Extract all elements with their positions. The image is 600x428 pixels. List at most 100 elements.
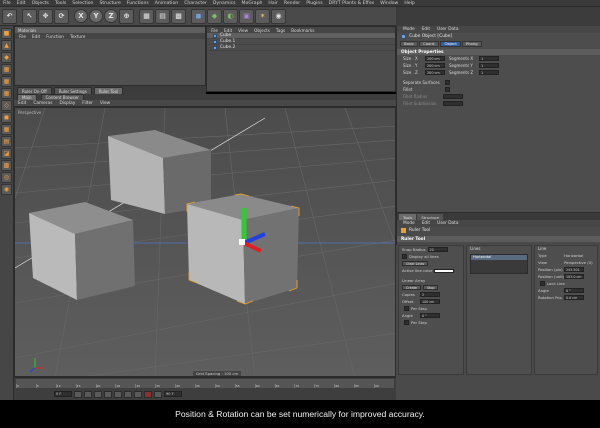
vp-menu-cameras[interactable]: Cameras bbox=[33, 101, 52, 106]
tab-structure[interactable]: Structure bbox=[417, 214, 444, 220]
materials-menu-edit[interactable]: Edit bbox=[32, 34, 40, 39]
workplane-icon[interactable]: ◪ bbox=[1, 148, 12, 159]
solo-icon[interactable]: ◎ bbox=[1, 172, 12, 183]
menu-hair[interactable]: Hair bbox=[268, 1, 277, 6]
render-settings-icon[interactable]: ▩ bbox=[171, 8, 186, 24]
render-view-icon[interactable]: ▦ bbox=[139, 8, 154, 24]
play-icon[interactable] bbox=[104, 390, 112, 398]
menu-dynamics[interactable]: Dynamics bbox=[213, 1, 236, 6]
array-icon[interactable]: ◐ bbox=[223, 8, 238, 24]
copies-field[interactable]: 2 bbox=[420, 292, 440, 297]
tab-coord[interactable]: Coord. bbox=[419, 40, 440, 47]
axis-mode-icon[interactable]: ◼ bbox=[1, 112, 12, 123]
create-button[interactable]: Create bbox=[402, 285, 421, 290]
separate-surfaces-checkbox[interactable] bbox=[445, 80, 450, 85]
menu-structure[interactable]: Structure bbox=[99, 1, 120, 6]
menu-tools[interactable]: Tools bbox=[55, 1, 66, 6]
lock-line-checkbox[interactable] bbox=[540, 281, 545, 286]
x-axis-lock-icon[interactable]: X bbox=[74, 9, 88, 23]
autokey-icon[interactable] bbox=[154, 390, 162, 398]
model-mode-icon[interactable]: ▲ bbox=[1, 40, 12, 51]
fillet-checkbox[interactable] bbox=[445, 87, 450, 92]
segments-z-field[interactable]: 1 bbox=[479, 70, 499, 75]
menu-objects[interactable]: Objects bbox=[32, 1, 49, 6]
prev-frame-icon[interactable] bbox=[94, 390, 102, 398]
objmgr-menu-edit[interactable]: Edit bbox=[224, 28, 232, 33]
tool-menu-userdata[interactable]: User Data bbox=[437, 221, 458, 226]
tab-basic[interactable]: Basic bbox=[400, 40, 419, 47]
fillet-subdivision-field[interactable] bbox=[443, 101, 463, 106]
sculpt-icon[interactable]: ◉ bbox=[1, 184, 12, 195]
undo-icon[interactable]: ↶ bbox=[2, 8, 17, 24]
y-axis-lock-icon[interactable]: Y bbox=[89, 9, 103, 23]
objmgr-menu-file[interactable]: File bbox=[211, 28, 218, 33]
attr-menu-edit[interactable]: Edit bbox=[422, 27, 430, 32]
menu-window[interactable]: Window bbox=[380, 1, 398, 6]
per-step-checkbox-2[interactable] bbox=[404, 320, 409, 325]
objmgr-menu-objects[interactable]: Objects bbox=[254, 28, 270, 33]
start-frame-field[interactable]: 0 F bbox=[54, 391, 72, 397]
menu-file[interactable]: File bbox=[3, 1, 11, 6]
next-frame-icon[interactable] bbox=[114, 390, 122, 398]
position-pix-field[interactable]: 243.501 bbox=[564, 267, 584, 272]
materials-menu-texture[interactable]: Texture bbox=[70, 34, 85, 39]
prev-key-icon[interactable] bbox=[84, 390, 92, 398]
line-angle-field[interactable]: 0 ° bbox=[564, 288, 584, 293]
deformer-icon[interactable]: ▣ bbox=[239, 8, 254, 24]
offset-field[interactable]: 100 cm bbox=[420, 299, 440, 304]
end-frame-field[interactable]: 90 F bbox=[164, 391, 182, 397]
object-row-cube-2[interactable]: Cube.2 bbox=[207, 45, 395, 51]
materials-menu-file[interactable]: File bbox=[19, 34, 26, 39]
objmgr-menu-view[interactable]: View bbox=[238, 28, 248, 33]
animation-mode-icon[interactable]: ▤ bbox=[1, 136, 12, 147]
menu-mograph[interactable]: MoGraph bbox=[242, 1, 263, 6]
object-mode-icon[interactable]: ◆ bbox=[1, 52, 12, 63]
texture-mode-icon[interactable]: ▦ bbox=[1, 64, 12, 75]
size-x-field[interactable]: 200 cm bbox=[425, 56, 445, 61]
objmgr-menu-tags[interactable]: Tags bbox=[276, 28, 285, 33]
timeline-ruler[interactable]: 0 5 10 15 20 25 30 35 40 45 50 55 60 65 … bbox=[16, 379, 394, 388]
snap-radius-field[interactable]: 20 bbox=[427, 247, 448, 252]
tab-ruler-tool[interactable]: Ruler Tool bbox=[93, 87, 124, 94]
menu-functions[interactable]: Functions bbox=[127, 1, 149, 6]
subdivision-icon[interactable]: ◆ bbox=[207, 8, 222, 24]
live-select-icon[interactable]: ↖ bbox=[22, 8, 37, 24]
make-editable-icon[interactable]: ■ bbox=[1, 28, 12, 39]
per-step-checkbox-1[interactable] bbox=[404, 306, 409, 311]
edges-mode-icon[interactable]: ▦ bbox=[1, 88, 12, 99]
menu-help[interactable]: Help bbox=[404, 1, 414, 6]
tool-menu-edit[interactable]: Edit bbox=[422, 221, 430, 226]
snap-icon[interactable]: ▩ bbox=[1, 160, 12, 171]
goto-end-icon[interactable] bbox=[134, 390, 142, 398]
cube-primitive-icon[interactable]: ◼ bbox=[191, 8, 206, 24]
scene-icon[interactable]: ✶ bbox=[255, 8, 270, 24]
menu-dryt[interactable]: DRYT Plants & Effex bbox=[329, 1, 375, 6]
size-z-field[interactable]: 200 cm bbox=[425, 70, 445, 75]
rotation-pos-field[interactable]: 0.0 cm bbox=[564, 295, 584, 300]
polygons-mode-icon[interactable]: ◇ bbox=[1, 100, 12, 111]
tweak-mode-icon[interactable]: ▦ bbox=[1, 124, 12, 135]
view-value[interactable]: Perspective (0) bbox=[564, 260, 593, 265]
display-all-checkbox[interactable] bbox=[402, 254, 407, 259]
size-y-field[interactable]: 200 cm bbox=[425, 63, 445, 68]
type-value[interactable]: Horizontal bbox=[564, 253, 583, 258]
camera-icon[interactable]: ◉ bbox=[271, 8, 286, 24]
render-picture-viewer-icon[interactable]: ▤ bbox=[155, 8, 170, 24]
menu-selection[interactable]: Selection bbox=[72, 1, 93, 6]
move-tool-icon[interactable]: ✥ bbox=[38, 8, 53, 24]
goto-start-icon[interactable] bbox=[74, 390, 82, 398]
tab-tools[interactable]: Tools bbox=[399, 214, 417, 220]
coordinate-system-icon[interactable]: ⊕ bbox=[119, 8, 134, 24]
clear-lines-button[interactable]: Clear Lines bbox=[402, 261, 429, 266]
points-mode-icon[interactable]: ▦ bbox=[1, 76, 12, 87]
vp-menu-edit[interactable]: Edit bbox=[18, 101, 26, 106]
materials-menu-function[interactable]: Function bbox=[46, 34, 64, 39]
active-color-swatch[interactable] bbox=[434, 268, 455, 273]
next-key-icon[interactable] bbox=[124, 390, 132, 398]
fillet-radius-field[interactable] bbox=[443, 94, 463, 99]
menu-plugins[interactable]: Plugins bbox=[306, 1, 322, 6]
vp-menu-filter[interactable]: Filter bbox=[82, 101, 93, 106]
menu-animation[interactable]: Animation bbox=[155, 1, 178, 6]
tool-menu-mode[interactable]: Mode bbox=[403, 221, 415, 226]
objmgr-menu-bookmarks[interactable]: Bookmarks bbox=[291, 28, 314, 33]
